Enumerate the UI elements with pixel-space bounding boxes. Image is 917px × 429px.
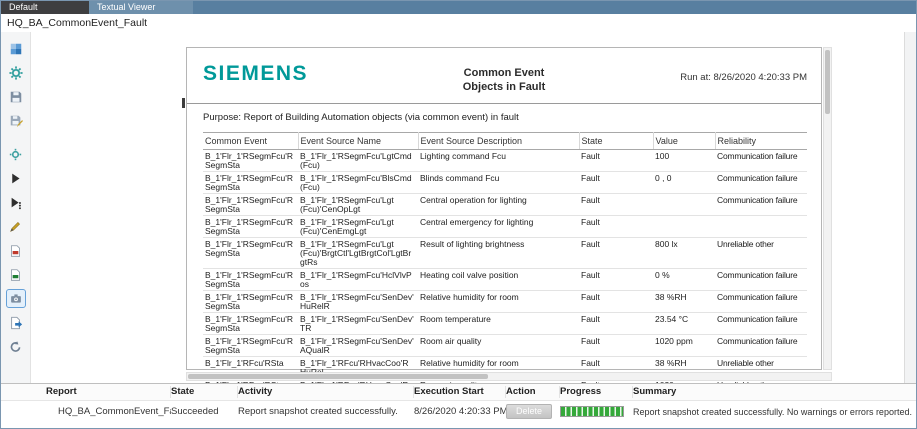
- run-at-timestamp: Run at: 8/26/2020 4:20:33 PM: [680, 72, 807, 83]
- table-row: B_1'Flr_1'RSegmFcu'RSegmStaB_1'Flr_1'RSe…: [203, 335, 807, 357]
- report-table-header-row: Common EventEvent Source NameEvent Sourc…: [203, 133, 807, 150]
- tab-bar: Default Textual Viewer: [1, 1, 916, 14]
- status-progress-cell: [560, 406, 633, 417]
- status-column-header: Progress: [560, 386, 633, 398]
- breadcrumb-bar: HQ_BA_CommonEvent_Fault: [1, 14, 916, 33]
- table-row: B_1'Flr_1'RSegmFcu'RSegmStaB_1'Flr_1'RSe…: [203, 216, 807, 238]
- status-column-header: Report: [46, 386, 171, 398]
- tab-default[interactable]: Default: [1, 1, 89, 14]
- table-row: B_1'Flr_1'RSegmFcu'RSegmStaB_1'Flr_1'RSe…: [203, 313, 807, 335]
- execution-status-panel: ReportStateActivityExecution StartAction…: [1, 383, 916, 428]
- status-column-header: State: [171, 386, 238, 398]
- column-header: Reliability: [715, 133, 807, 150]
- progress-bar: [560, 406, 624, 417]
- delete-button[interactable]: Delete: [506, 404, 552, 419]
- table-row: B_1'Flr_1'RSegmFcu'RSegmStaB_1'Flr_1'RSe…: [203, 150, 807, 172]
- report-horizontal-scrollbar[interactable]: [186, 372, 832, 381]
- table-row: B_1'Flr_1'RSegmFcu'RSegmStaB_1'Flr_1'RSe…: [203, 194, 807, 216]
- status-activity: Report snapshot created successfully.: [238, 406, 414, 417]
- vertical-scrollbar-thumb[interactable]: [825, 50, 830, 114]
- right-splitter[interactable]: [904, 32, 916, 383]
- report-toolbar: [1, 32, 31, 383]
- page-margin-marker-left: [182, 98, 185, 108]
- report-page: SIEMENS Common Event Objects in Fault Ru…: [186, 47, 822, 370]
- status-column-header: Activity: [238, 386, 414, 398]
- breadcrumb: HQ_BA_CommonEvent_Fault: [7, 17, 147, 29]
- history-back-icon[interactable]: [6, 337, 26, 356]
- status-row: HQ_BA_CommonEvent_Fault Succeeded Report…: [1, 401, 916, 422]
- column-header: State: [579, 133, 653, 150]
- column-header: Value: [653, 133, 715, 150]
- column-header: Common Event: [203, 133, 298, 150]
- status-action-cell: Delete: [506, 404, 560, 419]
- report-viewer: SIEMENS Common Event Objects in Fault Ru…: [32, 32, 905, 383]
- table-row: B_1'Flr_1'RSegmFcu'RSegmStaB_1'Flr_1'RSe…: [203, 172, 807, 194]
- run-at-label: Run at:: [680, 72, 711, 83]
- column-header: Event Source Description: [418, 133, 579, 150]
- table-row: B_1'Flr_1'RSegmFcu'RSegmStaB_1'Flr_1'RSe…: [203, 269, 807, 291]
- run-report-icon[interactable]: [6, 169, 26, 188]
- status-column-header: Execution Start: [414, 386, 506, 398]
- tab-textual-viewer[interactable]: Textual Viewer: [89, 1, 193, 14]
- edit-pencil-icon[interactable]: [6, 217, 26, 236]
- status-column-header: Action: [506, 386, 560, 398]
- report-table-body: B_1'Flr_1'RSegmFcu'RSegmStaB_1'Flr_1'RSe…: [203, 150, 807, 423]
- run-at-value: 8/26/2020 4:20:33 PM: [714, 72, 808, 83]
- table-row: B_1'Flr_1'RSegmFcu'RSegmStaB_1'Flr_1'RSe…: [203, 238, 807, 269]
- status-column-header: Summary: [633, 386, 916, 398]
- status-summary: Report snapshot created successfully. No…: [633, 407, 916, 417]
- save-icon[interactable]: [6, 87, 26, 106]
- export-excel-icon[interactable]: [6, 265, 26, 284]
- column-header: Event Source Name: [298, 133, 418, 150]
- application-window: Default Textual Viewer HQ_BA_CommonEvent…: [0, 0, 917, 429]
- status-execution-start: 8/26/2020 4:20:33 PM: [414, 406, 506, 417]
- snapshot-icon[interactable]: [6, 289, 26, 308]
- horizontal-scrollbar-thumb[interactable]: [188, 374, 488, 379]
- status-report-name[interactable]: HQ_BA_CommonEvent_Fault: [46, 406, 171, 417]
- settings-gear-icon[interactable]: [6, 63, 26, 82]
- related-items-icon[interactable]: [6, 39, 26, 58]
- header-divider: [187, 103, 821, 104]
- table-row: B_1'Flr_1'RSegmFcu'RSegmStaB_1'Flr_1'RSe…: [203, 291, 807, 313]
- save-as-icon[interactable]: [6, 111, 26, 130]
- export-pdf-icon[interactable]: [6, 241, 26, 260]
- status-state: Succeeded: [171, 406, 238, 417]
- status-header-row: ReportStateActivityExecution StartAction…: [1, 384, 916, 401]
- manage-gear-icon[interactable]: [6, 145, 26, 164]
- report-vertical-scrollbar[interactable]: [823, 47, 832, 370]
- run-with-options-icon[interactable]: [6, 193, 26, 212]
- main-body: SIEMENS Common Event Objects in Fault Ru…: [1, 32, 916, 383]
- export-document-icon[interactable]: [6, 313, 26, 332]
- purpose-text: Purpose: Report of Building Automation o…: [203, 112, 519, 123]
